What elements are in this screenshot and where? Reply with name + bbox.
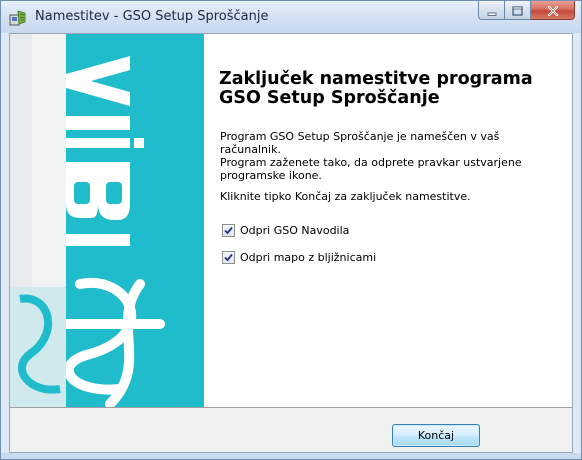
bia-logo bbox=[10, 34, 204, 407]
wizard-banner-image bbox=[10, 34, 204, 407]
wizard-footer: Končaj bbox=[10, 408, 572, 452]
title-line-2: GSO Setup Sproščanje bbox=[219, 88, 440, 108]
finish-button[interactable]: Končaj bbox=[392, 424, 480, 447]
open-shortcuts-folder-checkbox[interactable] bbox=[222, 251, 235, 264]
minimize-icon bbox=[487, 1, 497, 20]
installed-message-line-3: programske ikone. bbox=[220, 169, 322, 182]
wizard-content: Zaključek namestitve programa GSO Setup … bbox=[204, 34, 572, 407]
close-button[interactable] bbox=[531, 1, 575, 20]
window-title: Namestitev - GSO Setup Sproščanje bbox=[35, 9, 269, 24]
maximize-button[interactable] bbox=[505, 1, 531, 20]
minimize-button[interactable] bbox=[478, 1, 505, 20]
open-shortcuts-folder-option[interactable]: Odpri mapo z bljižnicami bbox=[222, 251, 376, 264]
installer-window: Namestitev - GSO Setup Sproščanje Zaklju… bbox=[0, 0, 582, 460]
checkmark-icon bbox=[224, 253, 233, 262]
installed-message: Program GSO Setup Sproščanje je nameščen… bbox=[220, 130, 560, 182]
installer-client-area: Zaključek namestitve programa GSO Setup … bbox=[9, 33, 573, 453]
checkmark-icon bbox=[224, 226, 233, 235]
title-bar[interactable]: Namestitev - GSO Setup Sproščanje bbox=[1, 1, 581, 33]
open-guide-option[interactable]: Odpri GSO Navodila bbox=[222, 224, 349, 237]
close-icon bbox=[547, 1, 559, 20]
open-guide-label: Odpri GSO Navodila bbox=[240, 224, 350, 237]
finish-instruction: Kliknite tipko Končaj za zaključek names… bbox=[220, 190, 471, 203]
page-title: Zaključek namestitve programa GSO Setup … bbox=[219, 70, 559, 108]
installed-message-line-1: Program GSO Setup Sproščanje je nameščen… bbox=[220, 130, 500, 156]
window-frame-bottom bbox=[1, 453, 581, 459]
caption-buttons bbox=[478, 1, 575, 21]
open-guide-checkbox[interactable] bbox=[222, 224, 235, 237]
maximize-icon bbox=[512, 1, 523, 20]
title-line-1: Zaključek namestitve programa bbox=[219, 69, 533, 89]
installer-app-icon bbox=[9, 9, 27, 27]
installed-message-line-2: Program zaženete tako, da odprete pravka… bbox=[220, 156, 522, 169]
open-shortcuts-folder-label: Odpri mapo z bljižnicami bbox=[240, 251, 377, 264]
